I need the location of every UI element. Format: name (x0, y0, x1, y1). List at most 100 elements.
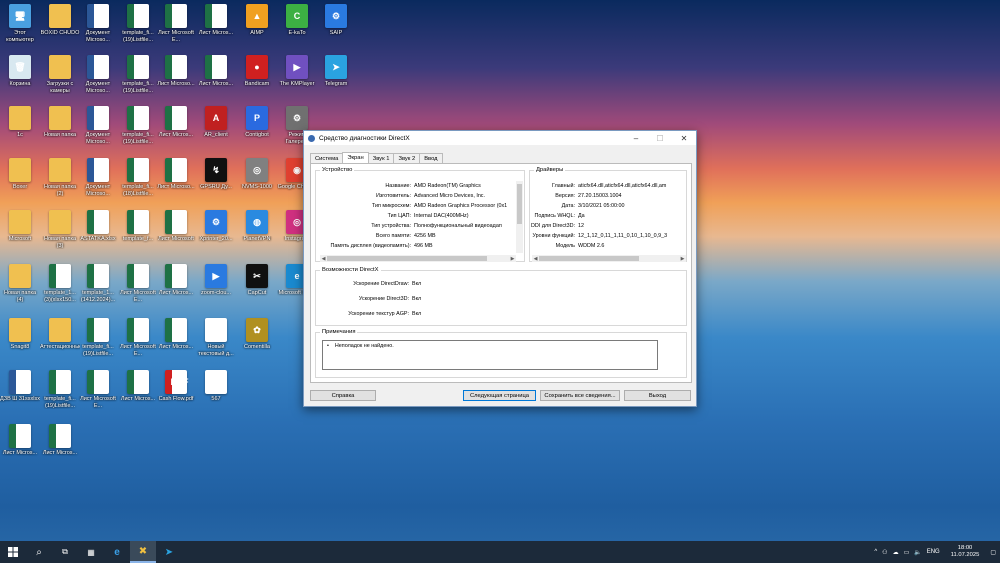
desktop-icon[interactable]: X Лист Microso... (156, 158, 196, 208)
drivers-horizontal-scrollbar[interactable]: ◀ ▶ (532, 255, 686, 262)
cloud-icon[interactable]: ☁ (893, 549, 899, 556)
desktop-icon[interactable]: PDF Cash Flow.pdf (156, 370, 196, 420)
desktop-icon[interactable]: ⚙ SAIP (316, 4, 356, 54)
desktop-icon[interactable]: 1с (0, 106, 40, 156)
desktop-icon[interactable]: Новая папка (40, 106, 80, 156)
desktop-icon[interactable]: Аттестационные (40, 318, 80, 368)
desktop-icon[interactable]: ✿ Соmentilla (237, 318, 277, 368)
desktop-icon[interactable]: Xtemplate_fi... (19)Listfile... (118, 4, 158, 54)
desktop-icon[interactable]: Xtemplate_fi... (19)Listfile... (118, 55, 158, 105)
start-button[interactable] (0, 541, 26, 563)
desktop-icon[interactable]: ✂ CapCut (237, 264, 277, 314)
minimize-button[interactable]: – (624, 131, 648, 145)
device-horizontal-scrollbar[interactable]: ◀ ▶ (320, 255, 516, 262)
scroll-thumb[interactable] (539, 256, 639, 261)
chevron-up-icon[interactable]: ^ (874, 549, 877, 555)
desktop-icon[interactable]: W Документ Microso... (78, 4, 118, 54)
desktop-icon[interactable]: Загрузки с камеры (40, 55, 80, 105)
desktop-icon[interactable]: W Документ Microso... (78, 55, 118, 105)
desktop-icon[interactable]: ▶ The KMPlayer (277, 55, 317, 105)
desktop-icon[interactable]: Xtemplate_1... (1412.2024)... (78, 264, 118, 314)
desktop-icon[interactable]: ◎ NVMS-1000 (237, 158, 277, 208)
desktop-icon[interactable]: W ДЗВ Ш 31ssxlsx (0, 370, 40, 420)
desktop-icon[interactable]: C E-kaTo (277, 4, 317, 54)
desktop-icon[interactable]: ◍ PlanetVPN (237, 210, 277, 260)
language-indicator[interactable]: ENG (927, 549, 940, 555)
desktop-icon[interactable]: ➤ Telegram (316, 55, 356, 105)
desktop-icon[interactable]: Xtemplate_fi... (19)Listfile... (78, 318, 118, 368)
desktop-icon[interactable]: ≡ 567 (196, 370, 236, 420)
desktop-icon[interactable]: X Лист Micros... (156, 264, 196, 314)
desktop-icon[interactable]: Xtemplate_f... (118, 210, 158, 260)
desktop-icon[interactable]: X Лист Micros... (118, 370, 158, 420)
desktop-icon[interactable]: W Документ Microso... (78, 158, 118, 208)
desktop-icon[interactable]: W Документ Microso... (78, 106, 118, 156)
desktop-icon[interactable]: X Лист Microsoft E... (156, 4, 196, 54)
maximize-button[interactable]: ☐ (648, 131, 672, 145)
scroll-left-icon[interactable]: ◀ (320, 256, 327, 262)
edge-icon[interactable]: e (104, 541, 130, 563)
desktop-icon[interactable]: X Лист Microsoft E... (78, 370, 118, 420)
desktop-icon[interactable]: Boxer (0, 158, 40, 208)
title-bar[interactable]: Средство диагностики DirectX – ☐ ✕ (304, 131, 696, 145)
desktop-icon[interactable]: X Лист Micros... (196, 55, 236, 105)
desktop-icon[interactable]: X Лист Microsoft E... (118, 264, 158, 314)
tab-display[interactable]: Экран (342, 152, 369, 163)
desktop-icon[interactable]: Новая папка (4) (0, 264, 40, 314)
desktop-icon[interactable]: X Лист Micros... (0, 424, 40, 474)
scroll-thumb[interactable] (327, 256, 487, 261)
tab-sound-1[interactable]: Звук 1 (367, 153, 395, 163)
calculator-icon[interactable]: ▦ (78, 541, 104, 563)
close-button[interactable]: ✕ (672, 131, 696, 145)
search-icon[interactable]: ⌕ (26, 541, 52, 563)
desktop-icon[interactable]: 🗑 Корзина (0, 55, 40, 105)
network-icon[interactable]: ⚇ (882, 549, 887, 556)
battery-icon[interactable]: ▭ (904, 549, 910, 556)
desktop-icon[interactable]: ⚙ Xprinter_20... (196, 210, 236, 260)
desktop-icon[interactable]: Новая папка (3) (40, 210, 80, 260)
desktop-icon[interactable]: X Лист Microso... (156, 55, 196, 105)
desktop-icon[interactable]: X Лист Micros... (196, 4, 236, 54)
scroll-thumb[interactable] (517, 184, 522, 224)
desktop-icon[interactable]: P Сontigbot (237, 106, 277, 156)
desktop-icon[interactable]: 🖥 Этот компьютер (0, 4, 40, 54)
desktop-icon[interactable]: A AR_client (196, 106, 236, 156)
clock[interactable]: 18:00 11.07.2025 (951, 545, 980, 560)
volume-icon[interactable]: 🔈 (914, 549, 921, 556)
desktop-icon[interactable]: X Лист Micros... (40, 424, 80, 474)
desktop-icon[interactable]: ↯ GPSRU Ду... (196, 158, 236, 208)
desktop-icon[interactable]: BOXID CHUDO (40, 4, 80, 54)
tab-system[interactable]: Система (310, 153, 344, 163)
notifications-icon[interactable]: ▢ (990, 549, 996, 556)
desktop-icon[interactable]: X Лист Micros... (156, 106, 196, 156)
desktop-icon[interactable]: Xtemplate_fi... (19)Listfile... (40, 370, 80, 420)
desktop-icon[interactable]: Xtemplate_1... (3)(xlsx150... (40, 264, 80, 314)
save-all-info-button[interactable]: Сохранить все сведения... (540, 390, 620, 401)
desktop-icon[interactable]: Xtemplate_fi... (18)Listfile... (118, 158, 158, 208)
desktop-icon[interactable]: ▶ zoom-clou... (196, 264, 236, 314)
desktop-icon[interactable]: X ASTATKA.xlsx (78, 210, 118, 260)
help-button[interactable]: Справка (310, 390, 376, 401)
device-vertical-scrollbar[interactable] (516, 181, 523, 253)
desktop-icon[interactable]: Microsoft (0, 210, 40, 260)
scroll-right-icon[interactable]: ▶ (679, 256, 686, 262)
desktop-icon[interactable]: ▲ AIMP (237, 4, 277, 54)
desktop-icon[interactable]: Snagit8 (0, 318, 40, 368)
directx-taskbar-icon[interactable]: ✖ (130, 541, 156, 563)
desktop-icon[interactable]: X Лист Microsoft E... (118, 318, 158, 368)
desktop-icon[interactable]: X Лист Micros... (156, 318, 196, 368)
desktop-icon[interactable]: Xtemplate_fi... (19)Listfile... (118, 106, 158, 156)
notes-box[interactable]: • Неполадок не найдено. (322, 340, 658, 370)
desktop-icon[interactable]: X Лист Microsoft (156, 210, 196, 260)
scroll-left-icon[interactable]: ◀ (532, 256, 539, 262)
scroll-right-icon[interactable]: ▶ (509, 256, 516, 262)
desktop-icon[interactable]: ≡ Новый текстовый д... (196, 318, 236, 368)
telegram-icon[interactable]: ➤ (156, 541, 182, 563)
tab-sound-2[interactable]: Звук 2 (393, 153, 421, 163)
task-view-icon[interactable]: ⧉ (52, 541, 78, 563)
desktop-icon[interactable]: Новая папка (2) (40, 158, 80, 208)
desktop-icon[interactable]: ● Bandicam (237, 55, 277, 105)
tab-input[interactable]: Ввод (419, 153, 443, 163)
exit-button[interactable]: Выход (624, 390, 691, 401)
next-page-button[interactable]: Следующая страница (463, 390, 536, 401)
